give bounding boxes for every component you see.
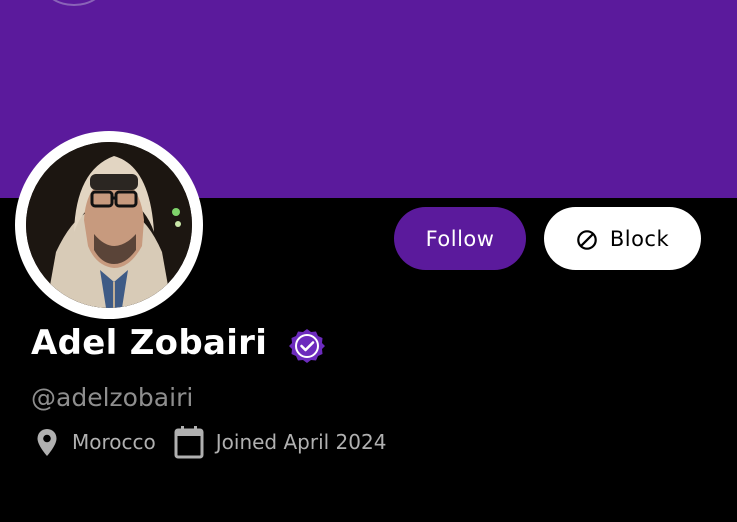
back-button[interactable] — [44, 0, 104, 6]
block-icon — [577, 230, 597, 250]
block-button[interactable]: Block — [544, 207, 701, 270]
location-text: Morocco — [72, 430, 156, 454]
joined-item: Joined April 2024 — [174, 425, 387, 459]
profile-name-row: Adel Zobairi — [31, 322, 326, 364]
location-pin-icon — [37, 429, 57, 456]
profile-meta: Morocco Joined April 2024 — [34, 425, 386, 459]
profile-name: Adel Zobairi — [31, 323, 268, 363]
calendar-icon — [174, 426, 204, 459]
profile-handle: @adelzobairi — [31, 383, 194, 412]
avatar[interactable] — [26, 142, 192, 308]
block-button-label: Block — [609, 226, 670, 251]
profile-page: Follow Block Adel Zobairi @adelzobairi M… — [0, 0, 737, 522]
location-item: Morocco — [34, 426, 156, 458]
follow-button-label: Follow — [425, 226, 495, 251]
verified-badge-icon — [289, 329, 326, 363]
joined-text: Joined April 2024 — [215, 430, 387, 454]
avatar-image — [26, 142, 192, 308]
follow-button[interactable]: Follow — [394, 207, 526, 270]
